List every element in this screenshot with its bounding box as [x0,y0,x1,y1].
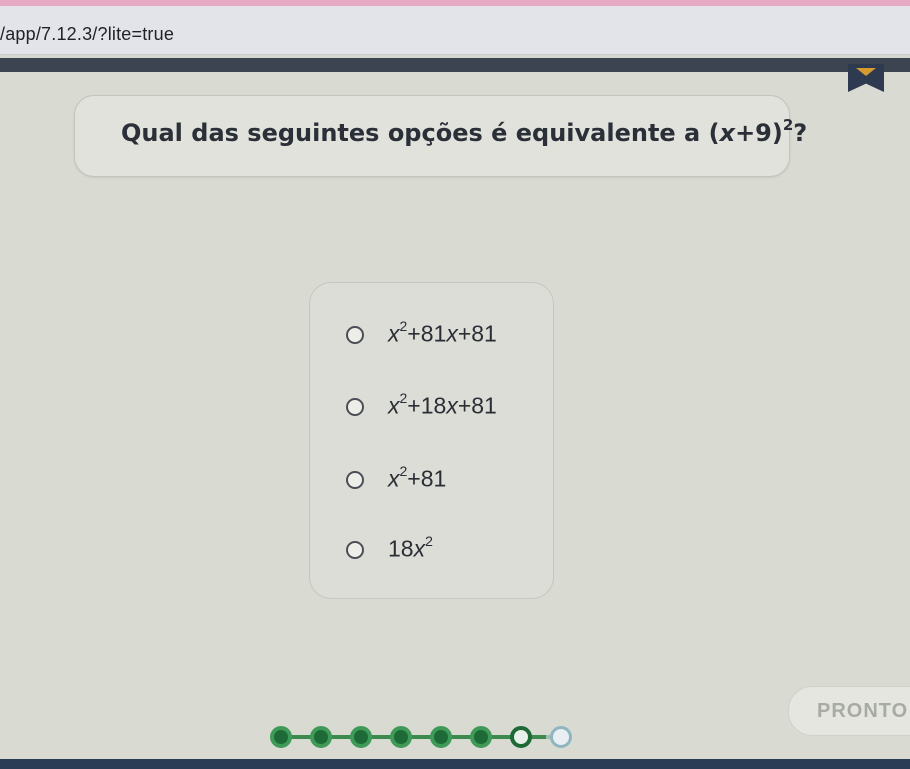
option-1-label: x2+81x+81 [388,318,497,347]
radio-icon[interactable] [346,398,364,416]
answer-options-card: x2+81x+81 x2+18x+81 x2+81 18x2 [309,282,554,599]
progress-tracker [270,725,590,749]
question-text: Qual das seguintes opções é equivalente … [121,116,808,147]
expression-rest: +9) [735,119,783,147]
question-suffix: ? [793,119,808,147]
ready-button[interactable]: PRONTO [788,686,910,736]
expression-open: ( [708,119,720,147]
option-2-label: x2+18x+81 [388,390,497,419]
progress-step-8 [550,726,572,748]
option-1[interactable]: x2+81x+81 [346,318,546,352]
progress-step-5 [430,726,452,748]
option-4[interactable]: 18x2 [346,533,546,567]
question-card: Qual das seguintes opções é equivalente … [74,95,807,177]
radio-icon[interactable] [346,326,364,344]
option-4-label: 18x2 [388,533,433,562]
question-expression: (x+9)2 [708,116,794,147]
expression-var: x [719,119,736,147]
progress-step-2 [310,726,332,748]
option-3-label: x2+81 [388,463,447,492]
bottom-bar [0,759,910,769]
question-prefix: Qual das seguintes opções é equivalente … [121,119,709,147]
bookmark-mark [856,68,876,76]
option-2[interactable]: x2+18x+81 [346,390,546,424]
url-text[interactable]: /app/7.12.3/?lite=true [0,24,174,45]
progress-step-4 [390,726,412,748]
progress-step-6 [470,726,492,748]
progress-step-3 [350,726,372,748]
ready-button-label: PRONTO [817,700,909,722]
expression-exponent: 2 [782,116,794,134]
option-3[interactable]: x2+81 [346,463,546,497]
app-header-bar [0,58,910,72]
address-bar[interactable]: /app/7.12.3/?lite=true [0,6,910,55]
progress-step-7 [510,726,532,748]
radio-icon[interactable] [346,471,364,489]
progress-step-1 [270,726,292,748]
radio-icon[interactable] [346,541,364,559]
